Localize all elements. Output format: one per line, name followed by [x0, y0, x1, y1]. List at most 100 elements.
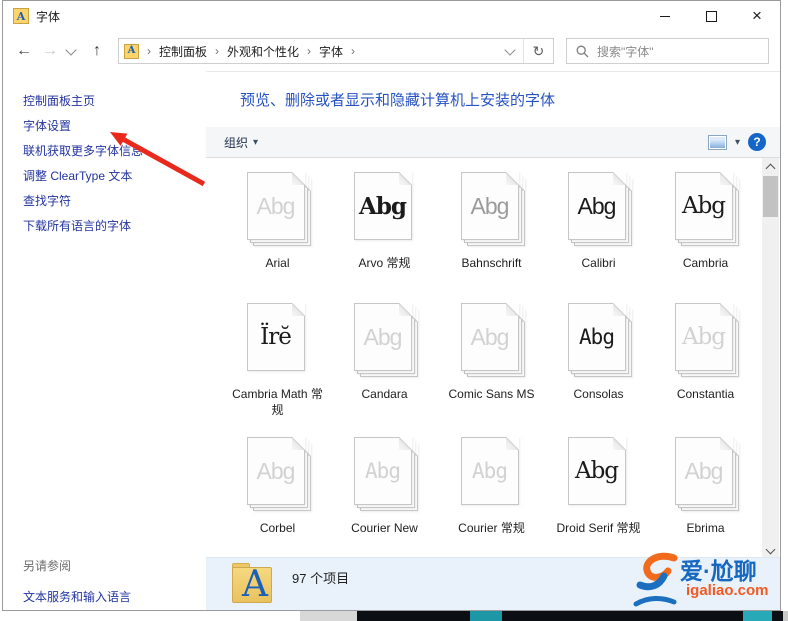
breadcrumb-separator-icon: › — [215, 44, 220, 58]
font-file-icon: Abg — [460, 172, 525, 246]
font-name-label: Corbel — [259, 521, 296, 535]
font-name-label: Constantia — [676, 387, 735, 401]
maximize-button[interactable] — [688, 1, 734, 31]
font-file-icon: Abg — [246, 172, 311, 246]
font-file-icon: Ïrĕ — [246, 303, 309, 375]
font-item[interactable]: Abg Ebrima — [652, 431, 759, 541]
font-name-label: Comic Sans MS — [448, 387, 535, 401]
font-name-label: Candara — [361, 387, 408, 401]
sidebar-task-link[interactable]: 联机获取更多字体信息 — [23, 139, 143, 164]
font-item[interactable]: Abg Calibri — [545, 166, 652, 297]
close-button[interactable]: × — [734, 1, 780, 31]
font-file-icon: Abg — [460, 303, 525, 377]
main-pane: 预览、删除或者显示和隐藏计算机上安装的字体 组织 ▾ ▾ ? Abg Arial… — [206, 71, 780, 610]
font-item[interactable]: Abg Candara — [331, 297, 438, 431]
search-icon — [576, 45, 589, 57]
see-also-heading: 另请参阅 — [23, 559, 72, 573]
up-button[interactable]: ↑ — [84, 42, 110, 60]
address-dropdown-button[interactable] — [497, 39, 523, 63]
breadcrumb-item[interactable]: 外观和个性化 — [227, 43, 299, 60]
minimize-icon — [660, 15, 670, 17]
search-input[interactable]: 搜索"字体" — [566, 38, 769, 64]
views-icon[interactable] — [707, 134, 727, 150]
font-name-label: Bahnschrift — [461, 256, 522, 270]
font-item[interactable]: Abg Arvo 常规 — [331, 166, 438, 297]
command-toolbar: 组织 ▾ ▾ ? — [206, 127, 780, 158]
views-dropdown-icon[interactable]: ▾ — [735, 137, 740, 148]
font-item[interactable]: Abg Comic Sans MS — [438, 297, 545, 431]
font-name-label: Cambria Math 常规 — [232, 387, 323, 417]
forward-button[interactable]: → — [37, 42, 63, 60]
page-title: 预览、删除或者显示和隐藏计算机上安装的字体 — [240, 92, 556, 109]
breadcrumb-separator-icon: › — [147, 44, 151, 58]
watermark-runner-icon — [633, 552, 678, 607]
sidebar-task-link[interactable]: 控制面板主页 — [23, 89, 143, 114]
font-file-icon: Abg — [460, 437, 523, 509]
refresh-icon: ↻ — [532, 42, 545, 59]
breadcrumb-separator-icon: › — [351, 44, 356, 58]
font-item[interactable]: Abg Courier 常规 — [438, 431, 545, 541]
font-file-icon: Abg — [353, 172, 416, 244]
maximize-icon — [705, 10, 717, 22]
sidebar-task-link[interactable]: 调整 ClearType 文本 — [23, 164, 143, 189]
breadcrumb-fonts-icon: A — [124, 43, 139, 59]
font-file-icon: Abg — [674, 437, 739, 511]
desktop-strip — [743, 611, 772, 621]
desktop-strip — [470, 611, 502, 621]
font-name-label: Arvo 常规 — [358, 256, 411, 270]
font-item[interactable]: Abg Arial — [224, 166, 331, 297]
refresh-button[interactable]: ↻ — [523, 39, 553, 63]
font-item[interactable]: Abg Droid Serif 常规 — [545, 431, 652, 541]
font-file-icon: Abg — [674, 303, 739, 377]
organize-dropdown-icon: ▾ — [253, 136, 259, 148]
font-grid: Abg Arial Abg Arvo 常规 Abg Bahnschrift Ab… — [224, 158, 759, 541]
window-title: 字体 — [36, 9, 61, 24]
desktop-strip — [300, 611, 357, 621]
see-also-link[interactable]: 文本服务和输入语言 — [23, 588, 131, 605]
close-icon: × — [752, 6, 762, 25]
font-name-label: Courier New — [351, 521, 418, 535]
breadcrumb-item[interactable]: 字体 — [319, 43, 343, 60]
chevron-down-icon — [504, 43, 516, 56]
titlebar: A 字体 × — [3, 1, 780, 31]
item-count: 97 个项目 — [292, 571, 350, 586]
minimize-button[interactable] — [642, 1, 688, 31]
fonts-app-icon: A — [13, 8, 29, 24]
breadcrumb-item[interactable]: 控制面板 — [159, 43, 207, 60]
scrollbar-thumb[interactable] — [763, 176, 778, 217]
font-item[interactable]: Abg Corbel — [224, 431, 331, 541]
watermark-domain: igaliao.com — [686, 582, 769, 599]
font-file-icon: Abg — [353, 303, 418, 377]
font-file-icon: Abg — [567, 303, 632, 377]
font-file-icon: Abg — [567, 437, 630, 509]
font-item[interactable]: Abg Bahnschrift — [438, 166, 545, 297]
font-name-label: Arial — [265, 256, 290, 270]
font-file-icon: Abg — [246, 437, 311, 511]
font-name-label: Droid Serif 常规 — [556, 521, 641, 535]
history-dropdown-icon[interactable] — [65, 43, 77, 56]
font-name-label: Cambria — [682, 256, 729, 270]
navigation-bar: ← → ↑ A › 控制面板 › 外观和个性化 › 字体 › ↻ 搜索"字体" — [3, 31, 780, 72]
vertical-scrollbar[interactable] — [762, 158, 779, 559]
font-file-icon: Abg — [353, 437, 418, 511]
sidebar-task-link[interactable]: 下载所有语言的字体 — [23, 214, 143, 239]
font-item[interactable]: Abg Consolas — [545, 297, 652, 431]
back-button[interactable]: ← — [11, 42, 37, 60]
font-name-label: Ebrima — [686, 521, 725, 535]
sidebar-task-link[interactable]: 字体设置 — [23, 114, 143, 139]
fonts-window: A 字体 × ← → ↑ A › 控制面板 › 外观和个性化 › 字体 › ↻ … — [2, 0, 781, 611]
font-item[interactable]: Abg Courier New — [331, 431, 438, 541]
scroll-up-icon[interactable] — [762, 158, 779, 175]
sidebar-task-link[interactable]: 查找字符 — [23, 189, 143, 214]
organize-button[interactable]: 组织 ▾ — [224, 134, 258, 151]
fonts-folder-icon: A — [232, 563, 278, 609]
font-item[interactable]: Abg Cambria — [652, 166, 759, 297]
desktop-strip — [783, 611, 788, 621]
font-name-label: Calibri — [581, 256, 616, 270]
font-name-label: Courier 常规 — [458, 521, 525, 535]
font-item[interactable]: Abg Constantia — [652, 297, 759, 431]
help-button[interactable]: ? — [748, 133, 766, 151]
font-item[interactable]: Ïrĕ Cambria Math 常规 — [224, 297, 331, 431]
breadcrumb-separator-icon: › — [307, 44, 312, 58]
search-placeholder: 搜索"字体" — [597, 44, 654, 59]
